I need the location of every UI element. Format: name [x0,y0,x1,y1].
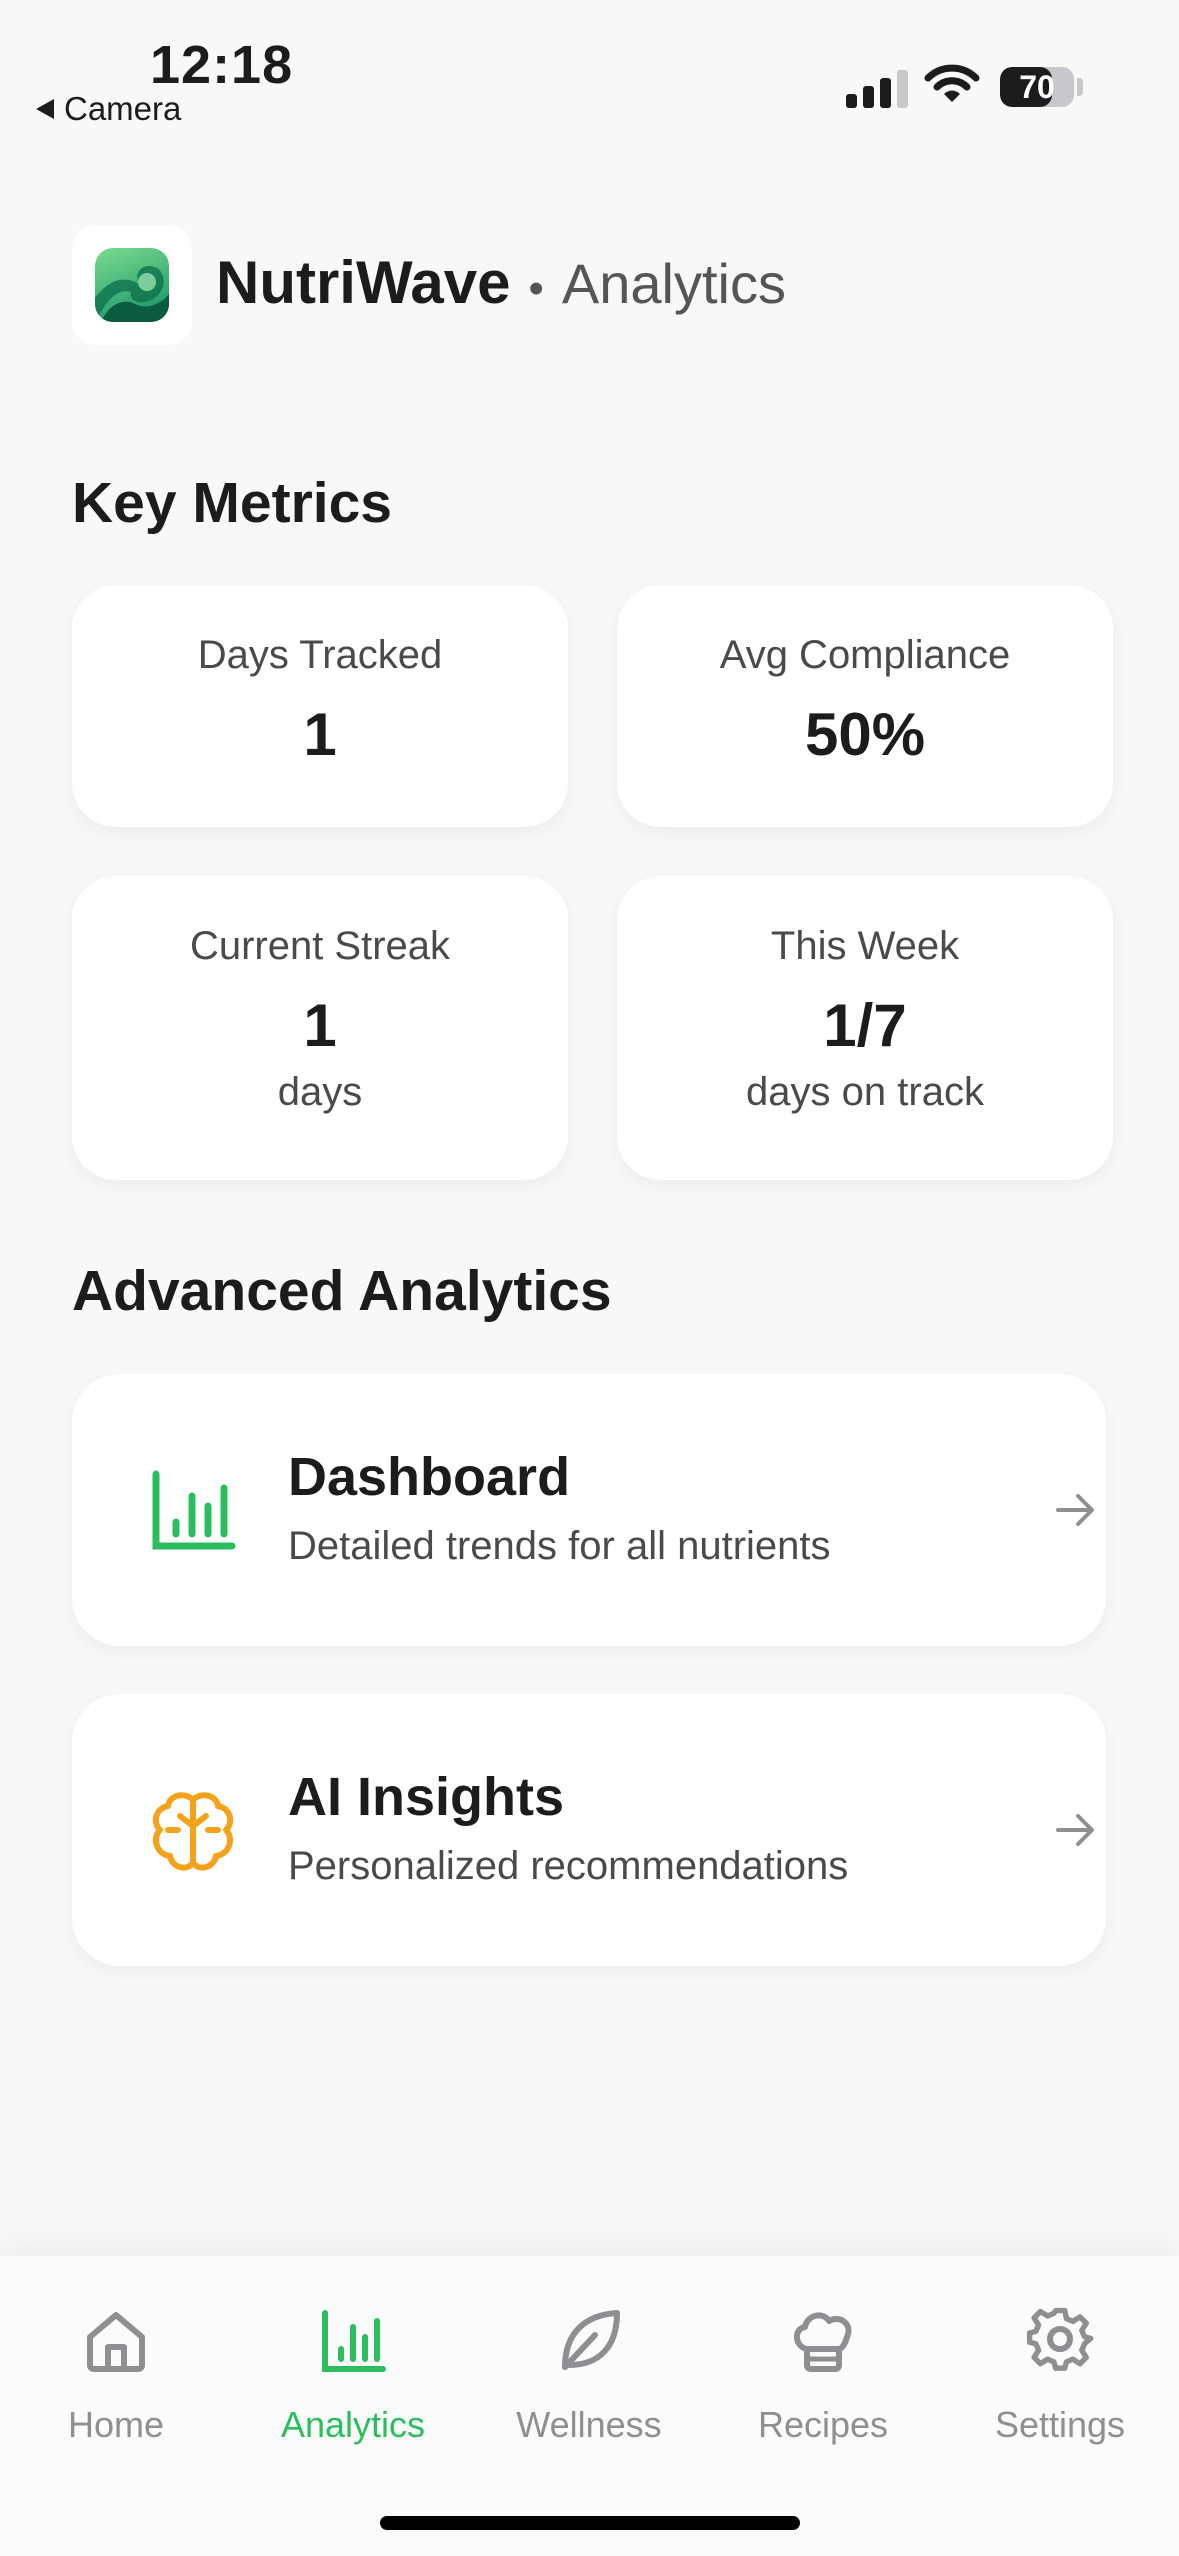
app-header: NutriWave • Analytics [216,248,786,317]
home-icon [87,2312,145,2372]
ai-insights-card[interactable]: AI Insights Personalized recommendations [72,1694,1106,1966]
page-title: Analytics [561,252,786,315]
tab-analytics[interactable]: Analytics [253,2296,453,2446]
card-subtitle: Personalized recommendations [288,1844,849,1888]
wifi-icon [924,64,980,102]
tab-label: Home [67,2404,165,2445]
dashboard-card[interactable]: Dashboard Detailed trends for all nutrie… [72,1374,1106,1646]
back-arrow-icon [36,99,54,119]
tab-label: Recipes [757,2404,889,2445]
tab-wellness[interactable]: Wellness [489,2296,689,2446]
app-logo [72,225,192,345]
metric-label: Avg Compliance [719,633,1011,677]
tab-recipes[interactable]: Recipes [723,2296,923,2446]
metric-value: 1 [303,992,337,1059]
status-time: 12:18 [150,35,294,95]
metric-value: 50% [804,701,926,768]
tab-bar: Home Analytics Wellness Recipes Settings [0,2256,1179,2556]
key-metrics-title: Key Metrics [72,471,392,535]
metric-this-week: This Week 1/7 days on track [617,876,1113,1180]
battery-cap [1077,78,1083,96]
brain-icon [152,1792,234,1871]
bar-chart-icon [322,2310,386,2372]
chef-hat-icon [794,2312,852,2372]
tab-label: Settings [994,2404,1126,2445]
tab-settings[interactable]: Settings [960,2296,1160,2446]
tab-label: Wellness [516,2404,662,2445]
card-title: AI Insights [288,1767,565,1827]
metric-value: 1/7 [823,992,907,1059]
metric-unit: days on track [746,1070,984,1114]
advanced-analytics-title: Advanced Analytics [72,1259,612,1323]
status-bar: 12:18 Camera 70 [0,0,1179,150]
arrow-right-icon [1056,1494,1094,1526]
app-name: NutriWave [216,249,511,316]
metric-days-tracked: Days Tracked 1 [72,585,568,827]
metric-value: 1 [303,701,337,768]
metric-current-streak: Current Streak 1 days [72,876,568,1180]
cellular-signal-icon [846,70,908,108]
battery-icon: 70 [1000,67,1074,107]
bar-chart-icon [152,1470,236,1550]
metric-avg-compliance: Avg Compliance 50% [617,585,1113,827]
gear-icon [1026,2307,1094,2371]
arrow-right-icon [1056,1814,1094,1846]
home-indicator[interactable] [380,2516,800,2530]
tab-home[interactable]: Home [16,2296,216,2446]
tab-label: Analytics [280,2404,426,2445]
header-separator: • [528,264,544,313]
back-label: Camera [64,90,182,127]
wave-logo-icon [95,248,169,322]
metric-label: Days Tracked [197,633,443,677]
metric-unit: days [277,1070,363,1114]
back-to-camera-link[interactable]: Camera [36,90,181,128]
battery-level: 70 [1019,68,1055,105]
card-title: Dashboard [288,1447,571,1507]
metric-label: This Week [770,924,960,968]
leaf-icon [562,2310,620,2370]
card-subtitle: Detailed trends for all nutrients [288,1524,831,1568]
metric-label: Current Streak [189,924,451,968]
